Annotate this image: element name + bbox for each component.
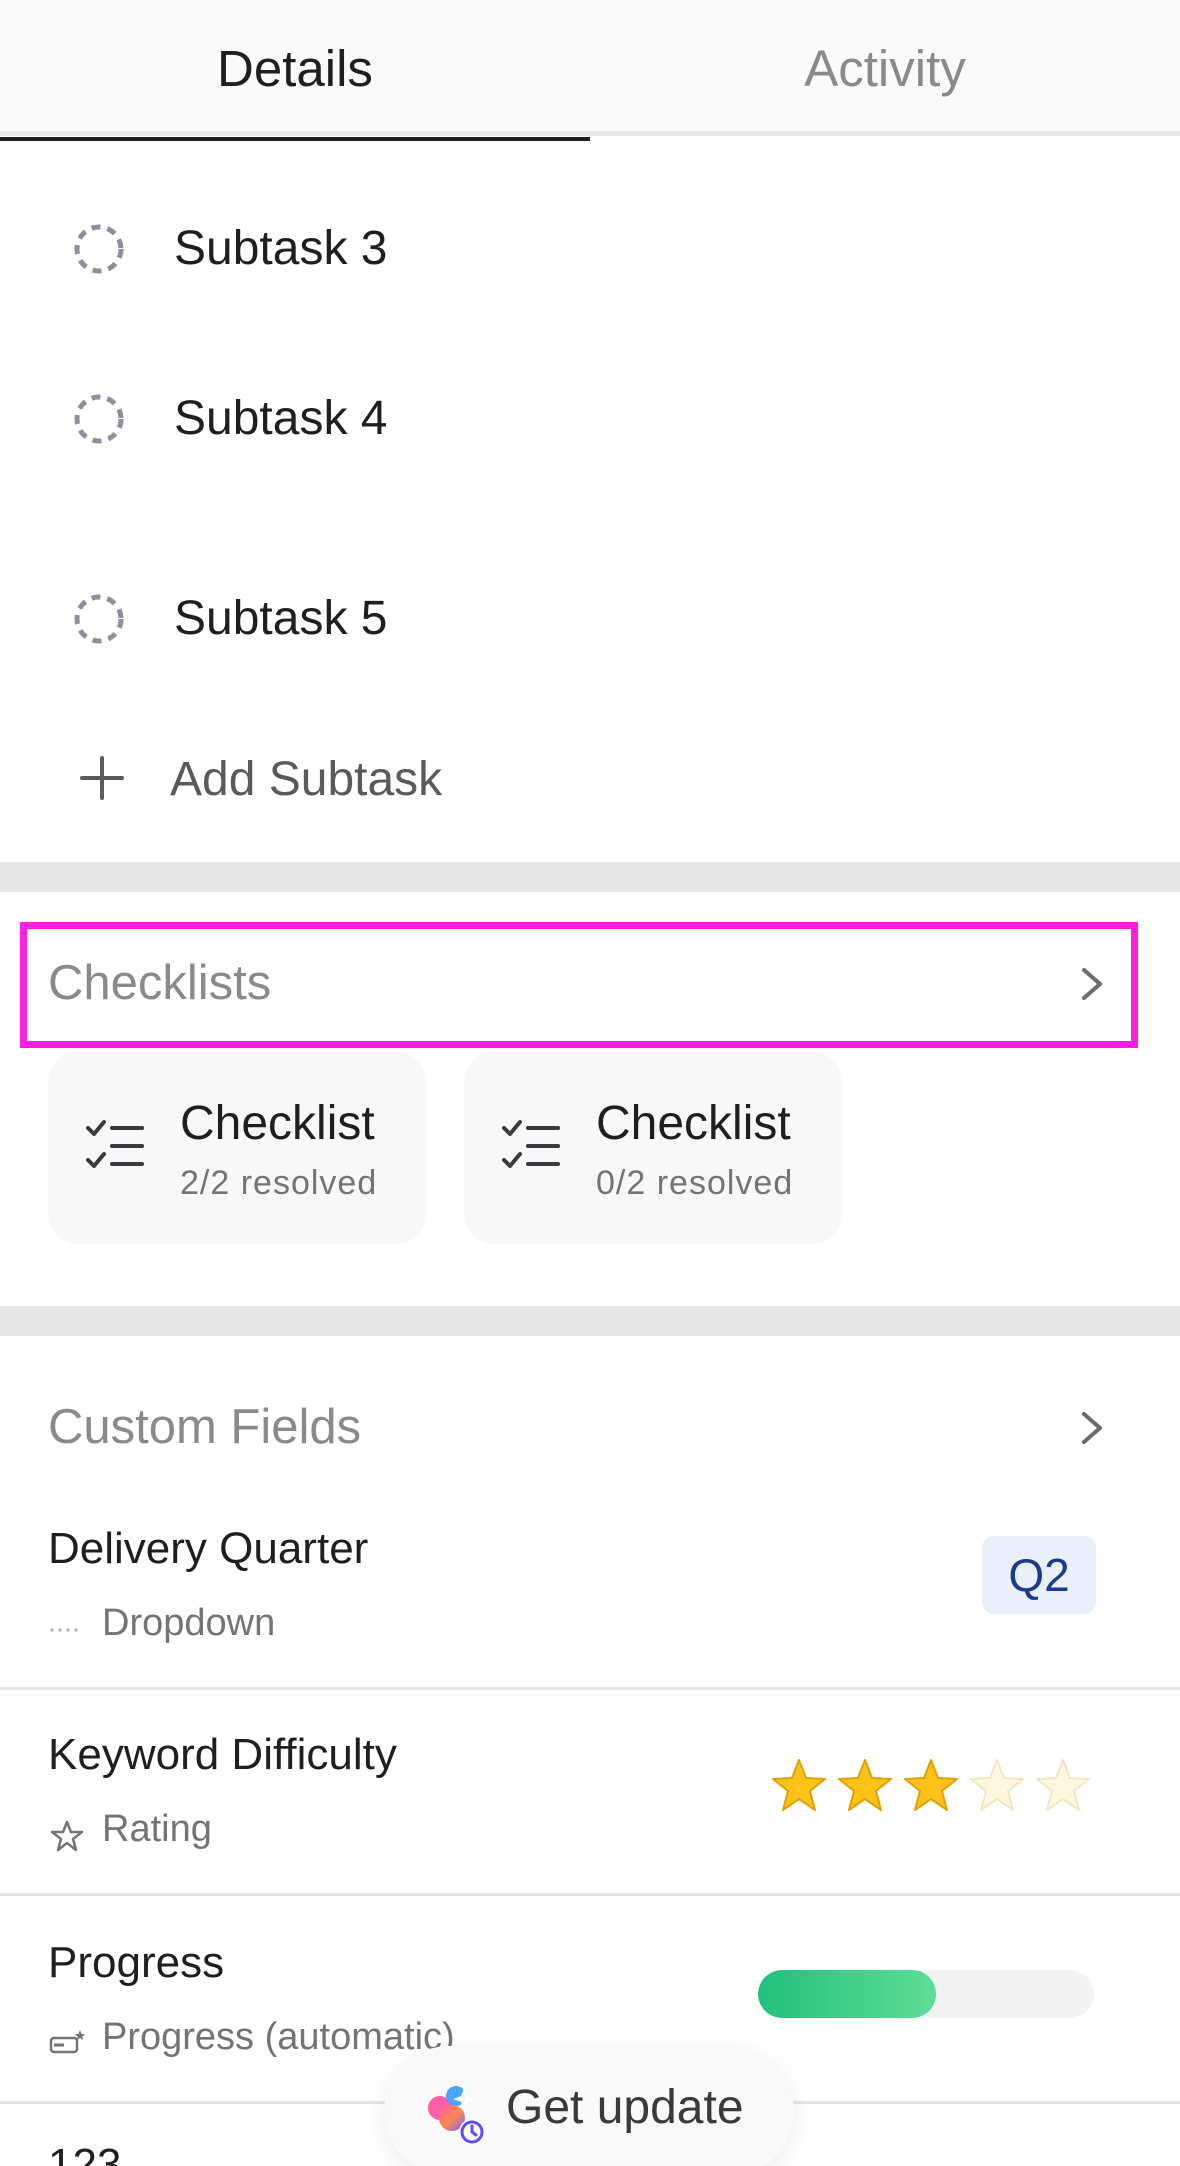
checklist-card-2[interactable]: Checklist 0/2 resolved: [464, 1052, 842, 1244]
dropdown-dots-icon: [50, 1628, 78, 1632]
field-type: Rating: [102, 1808, 212, 1850]
dropdown-value-badge[interactable]: Q2: [982, 1536, 1096, 1614]
chevron-right-icon: [1082, 1412, 1102, 1444]
star-filled-icon[interactable]: [900, 1756, 962, 1818]
subtask-item-5[interactable]: Subtask 5: [0, 564, 1180, 674]
subtask-label: Subtask 5: [174, 592, 388, 645]
star-filled-icon[interactable]: [834, 1756, 896, 1818]
custom-fields-title: Custom Fields: [48, 1400, 362, 1454]
section-divider: [0, 862, 1180, 892]
star-empty-icon[interactable]: [1032, 1756, 1094, 1818]
dashed-circle-icon[interactable]: [72, 592, 126, 646]
field-name: Keyword Difficulty: [48, 1730, 397, 1779]
get-update-label: Get update: [506, 2081, 744, 2134]
checklists-header[interactable]: Checklists: [0, 928, 1180, 1038]
field-name: Delivery Quarter: [48, 1524, 369, 1573]
progress-bar: [758, 1970, 1094, 2018]
subtask-label: Subtask 4: [174, 392, 388, 445]
custom-fields-header[interactable]: Custom Fields: [0, 1372, 1180, 1482]
get-update-button[interactable]: Get update: [384, 2046, 794, 2166]
checklist-icon: [86, 1120, 144, 1168]
star-filled-icon[interactable]: [768, 1756, 830, 1818]
checklist-name: Checklist: [180, 1097, 375, 1150]
field-row-delivery-quarter[interactable]: Delivery Quarter Dropdown Q2: [0, 1484, 1180, 1690]
next-field-peek: 123: [48, 2140, 122, 2166]
plus-icon: [80, 756, 124, 800]
dashed-circle-icon[interactable]: [72, 222, 126, 276]
subtask-item-4[interactable]: Subtask 4: [0, 364, 1180, 474]
section-divider: [0, 1306, 1180, 1336]
add-subtask-button[interactable]: Add Subtask: [0, 730, 1180, 830]
progress-auto-icon: [49, 2030, 85, 2054]
field-type: Progress (automatic): [102, 2016, 455, 2058]
subtask-item-3[interactable]: Subtask 3: [0, 194, 1180, 304]
tab-activity[interactable]: Activity: [590, 0, 1180, 136]
field-type: Dropdown: [102, 1602, 276, 1644]
checklists-title: Checklists: [48, 956, 272, 1010]
dashed-circle-icon[interactable]: [72, 392, 126, 446]
field-row-keyword-difficulty[interactable]: Keyword Difficulty Rating: [0, 1690, 1180, 1896]
star-outline-icon: [50, 1820, 84, 1852]
checklist-name: Checklist: [596, 1097, 791, 1150]
rating-stars[interactable]: [768, 1756, 1094, 1818]
add-subtask-label: Add Subtask: [170, 753, 443, 806]
field-name: Progress: [48, 1938, 225, 1987]
checklist-status: 0/2 resolved: [596, 1164, 794, 1202]
checklist-card-1[interactable]: Checklist 2/2 resolved: [48, 1052, 426, 1244]
star-empty-icon[interactable]: [966, 1756, 1028, 1818]
checklist-icon: [502, 1120, 560, 1168]
checklist-status: 2/2 resolved: [180, 1164, 378, 1202]
tab-details[interactable]: Details: [0, 0, 590, 141]
progress-bar-fill: [758, 1970, 937, 2018]
chevron-right-icon: [1082, 968, 1102, 1000]
ai-sparkle-icon: [428, 2086, 485, 2145]
subtask-label: Subtask 3: [174, 222, 388, 275]
tab-bar: Details Activity: [0, 0, 1180, 141]
